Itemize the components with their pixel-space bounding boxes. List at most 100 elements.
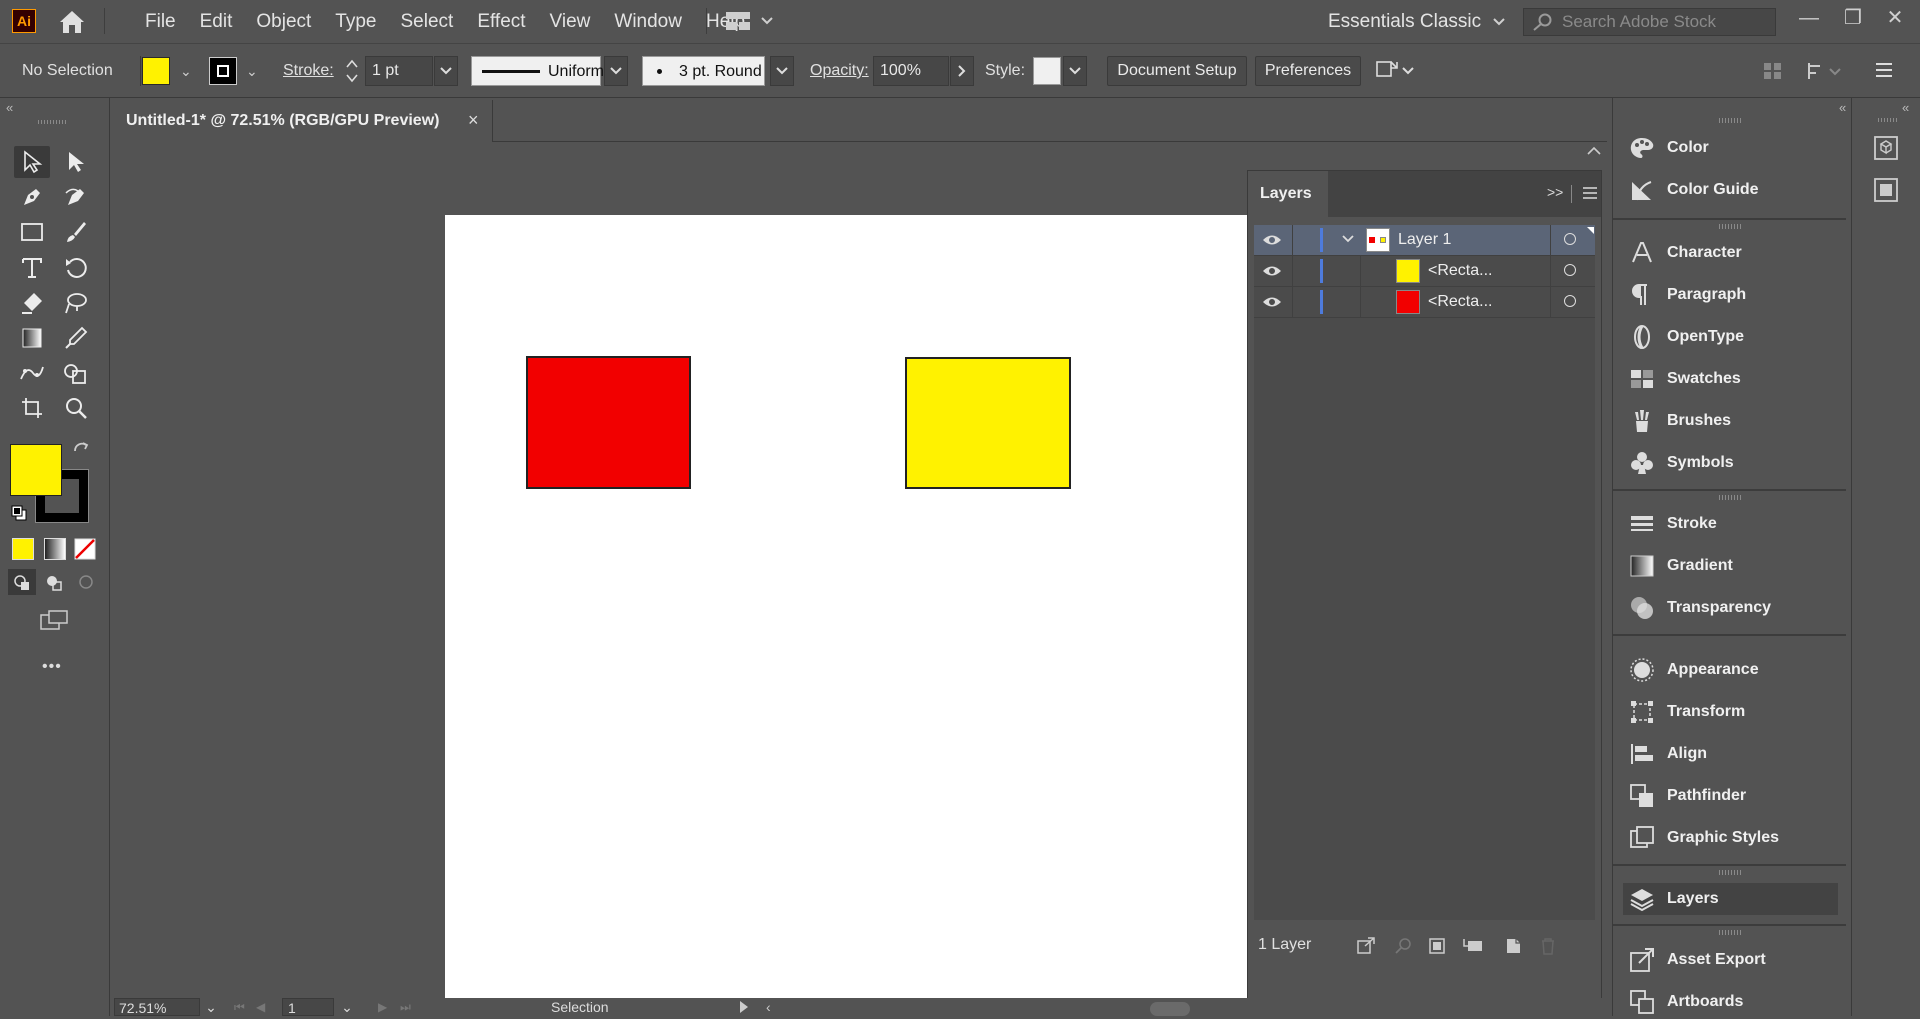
eyedropper-tool-icon[interactable] bbox=[58, 322, 94, 354]
scroll-left-icon[interactable]: ‹ bbox=[766, 998, 771, 1016]
chevron-down-icon[interactable] bbox=[1342, 235, 1354, 243]
chevron-down-icon[interactable]: ⌄ bbox=[180, 63, 192, 80]
dock-paragraph[interactable]: Paragraph bbox=[1623, 278, 1838, 312]
align-icon[interactable] bbox=[1763, 61, 1783, 81]
none-mode-icon[interactable] bbox=[74, 538, 96, 560]
layer-name[interactable]: Layer 1 bbox=[1398, 225, 1451, 255]
dock-artboards[interactable]: Artboards bbox=[1623, 985, 1838, 1019]
dock-appearance[interactable]: Appearance bbox=[1623, 653, 1838, 687]
chevron-right-icon[interactable] bbox=[950, 56, 974, 86]
dock-color-guide[interactable]: Color Guide bbox=[1623, 173, 1838, 207]
chevron-up-icon[interactable] bbox=[1587, 146, 1601, 156]
stroke-weight-dropdown[interactable] bbox=[434, 56, 458, 86]
stock-search[interactable] bbox=[1523, 8, 1776, 36]
visibility-eye-icon[interactable] bbox=[1262, 233, 1282, 247]
graphic-style-swatch[interactable] bbox=[1033, 57, 1061, 85]
shape-builder-tool-icon[interactable] bbox=[58, 357, 94, 389]
visibility-eye-icon[interactable] bbox=[1262, 264, 1282, 278]
menu-effect[interactable]: Effect bbox=[465, 0, 537, 43]
locate-object-icon[interactable] bbox=[1394, 937, 1412, 955]
swap-colors-icon[interactable] bbox=[72, 441, 90, 459]
chevron-down-icon[interactable] bbox=[1063, 56, 1087, 86]
target-circle-icon[interactable] bbox=[1564, 264, 1576, 276]
artboard-number-field[interactable]: 1 bbox=[282, 998, 334, 1016]
target-circle-icon[interactable] bbox=[1564, 295, 1576, 307]
restore-button[interactable]: ❐ bbox=[1836, 4, 1870, 32]
layer-row[interactable]: Layer 1 bbox=[1254, 225, 1595, 256]
panel-grip[interactable] bbox=[1719, 930, 1743, 935]
clipping-mask-icon[interactable] bbox=[1428, 937, 1446, 955]
collapse-panel-icon[interactable]: >> bbox=[1547, 184, 1563, 200]
artboard-tool-icon[interactable] bbox=[14, 392, 50, 424]
new-layer-icon[interactable] bbox=[1504, 937, 1522, 955]
search-input[interactable] bbox=[1560, 11, 1774, 33]
libraries-icon[interactable] bbox=[1872, 134, 1900, 162]
minimize-button[interactable]: — bbox=[1792, 4, 1826, 32]
width-tool-icon[interactable] bbox=[58, 287, 94, 319]
dock-transparency[interactable]: Transparency bbox=[1623, 591, 1838, 625]
dock-color[interactable]: Color bbox=[1623, 131, 1838, 165]
target-circle-icon[interactable] bbox=[1564, 233, 1576, 245]
red-rectangle[interactable] bbox=[526, 356, 691, 489]
previous-artboard-icon[interactable]: ◀ bbox=[256, 1000, 265, 1014]
object-name[interactable]: <Recta... bbox=[1428, 256, 1492, 286]
eraser-tool-icon[interactable] bbox=[14, 287, 50, 319]
menu-window[interactable]: Window bbox=[602, 0, 694, 43]
dock-brushes[interactable]: Brushes bbox=[1623, 404, 1838, 438]
horizontal-scrollbar-thumb[interactable] bbox=[1150, 1002, 1190, 1016]
home-icon[interactable] bbox=[58, 9, 86, 35]
direct-selection-tool-icon[interactable] bbox=[58, 146, 94, 178]
panel-menu-icon[interactable] bbox=[1582, 186, 1598, 200]
collapse-icon[interactable]: « bbox=[6, 100, 13, 115]
draw-behind-icon[interactable] bbox=[40, 569, 68, 595]
quick-actions-icon[interactable] bbox=[1375, 58, 1415, 84]
document-tab[interactable]: Untitled-1* @ 72.51% (RGB/GPU Preview) × bbox=[110, 100, 493, 142]
chevron-down-icon[interactable]: ⌄ bbox=[246, 63, 258, 80]
first-artboard-icon[interactable]: ⏮ bbox=[234, 1000, 245, 1015]
draw-normal-icon[interactable] bbox=[8, 569, 36, 595]
preferences-button[interactable]: Preferences bbox=[1255, 56, 1361, 86]
gradient-mode-icon[interactable] bbox=[44, 538, 66, 560]
dock-stroke[interactable]: Stroke bbox=[1623, 507, 1838, 541]
selection-tool-icon[interactable] bbox=[14, 146, 50, 178]
rectangle-tool-icon[interactable] bbox=[14, 216, 50, 248]
transform-icon[interactable] bbox=[1806, 61, 1842, 81]
dock-transform[interactable]: Transform bbox=[1623, 695, 1838, 729]
rotate-tool-icon[interactable] bbox=[58, 252, 94, 284]
panel-grip[interactable] bbox=[38, 120, 66, 124]
zoom-field[interactable]: 72.51% bbox=[114, 998, 200, 1016]
puppet-warp-tool-icon[interactable] bbox=[14, 357, 50, 389]
panel-grip[interactable] bbox=[1719, 118, 1743, 123]
stroke-weight-field[interactable]: 1 pt bbox=[365, 56, 433, 86]
stroke-profile-dropdown[interactable]: Uniform bbox=[471, 56, 604, 86]
delete-layer-icon[interactable] bbox=[1540, 937, 1556, 955]
pen-tool-icon[interactable] bbox=[14, 181, 50, 213]
status-menu-icon[interactable] bbox=[740, 1001, 748, 1013]
dock-pathfinder[interactable]: Pathfinder bbox=[1623, 779, 1838, 813]
collapse-icon[interactable]: « bbox=[1902, 100, 1909, 115]
new-sublayer-icon[interactable] bbox=[1462, 937, 1484, 955]
menu-edit[interactable]: Edit bbox=[188, 0, 245, 43]
next-artboard-icon[interactable]: ▶ bbox=[378, 1000, 387, 1014]
menu-view[interactable]: View bbox=[538, 0, 603, 43]
workspace-switcher[interactable]: Essentials Classic bbox=[1328, 0, 1505, 43]
fill-color-swatch[interactable] bbox=[10, 444, 62, 496]
menu-object[interactable]: Object bbox=[244, 0, 323, 43]
dock-symbols[interactable]: Symbols bbox=[1623, 446, 1838, 480]
fill-swatch[interactable] bbox=[142, 57, 170, 85]
menu-select[interactable]: Select bbox=[389, 0, 466, 43]
panel-grip[interactable] bbox=[1719, 224, 1743, 229]
artboard[interactable] bbox=[445, 215, 1360, 998]
stroke-label[interactable]: Stroke: bbox=[283, 44, 334, 98]
draw-inside-icon[interactable] bbox=[72, 569, 100, 595]
brush-dropdown[interactable]: 3 pt. Round bbox=[642, 56, 765, 86]
more-tools-icon[interactable]: ••• bbox=[42, 658, 62, 676]
collapse-icon[interactable]: « bbox=[1839, 100, 1846, 115]
zoom-tool-icon[interactable] bbox=[58, 392, 94, 424]
document-setup-button[interactable]: Document Setup bbox=[1107, 56, 1247, 86]
chevron-down-icon[interactable]: ⌄ bbox=[200, 998, 222, 1016]
arrange-documents-button[interactable] bbox=[725, 11, 773, 31]
stroke-swatch[interactable] bbox=[209, 57, 237, 85]
menu-icon[interactable] bbox=[1874, 61, 1894, 79]
paintbrush-tool-icon[interactable] bbox=[58, 216, 94, 248]
